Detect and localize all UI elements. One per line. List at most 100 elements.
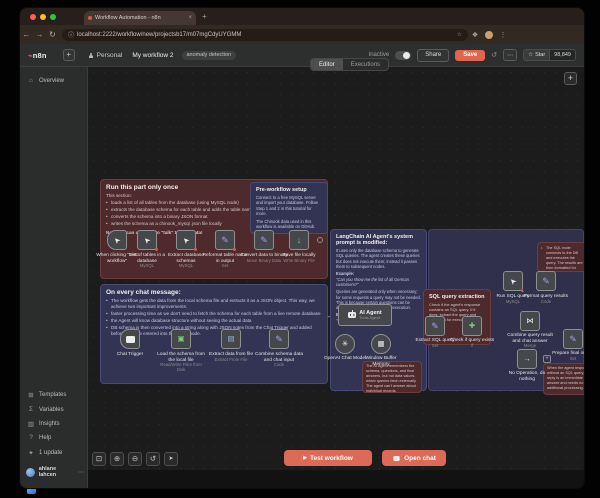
if-icon: ✚ [469, 322, 475, 330]
add-workflow-button[interactable]: + [63, 49, 75, 61]
bookmark-star-icon[interactable]: ☆ [457, 31, 462, 38]
issue-badge [194, 248, 197, 251]
active-toggle[interactable] [395, 51, 411, 60]
new-tab-button[interactable]: + [202, 12, 207, 21]
address-bar[interactable]: ⓘ localhost:2222/workflow/new/projectsb1… [62, 29, 468, 41]
node-ai-agent[interactable]: AI AgentTools Agent [338, 304, 392, 326]
node-no-operation[interactable]: → [517, 349, 537, 369]
favicon [88, 16, 92, 20]
user-menu[interactable]: ahlane lahcen ⋯ [26, 466, 84, 478]
node-label: No Operation, do nothing [503, 371, 551, 382]
node-label: Combine query result and chat answerMerg… [504, 333, 556, 349]
node-check-query[interactable]: ✚ [462, 316, 482, 336]
node-save-file[interactable]: ↓ [289, 230, 309, 250]
zoom-in-button[interactable]: ⊕ [110, 452, 124, 466]
sticky-title: Pre-workflow setup [256, 187, 322, 193]
connector-add-endpoint[interactable]: + [543, 355, 551, 363]
node-extract-data[interactable]: ▤ [221, 329, 241, 349]
tab-executions[interactable]: Executions [343, 59, 388, 70]
browser-tab[interactable]: Workflow Automation - n8n × [84, 11, 196, 25]
node-manual-trigger[interactable]: ➤ [107, 230, 127, 250]
robot-icon [348, 312, 356, 318]
breadcrumb-project[interactable]: Personal [97, 52, 123, 59]
node-combine-result-answer[interactable]: ⋈ [520, 311, 540, 331]
node-reformat-table-name[interactable]: ✎ [215, 230, 235, 250]
node-extract-sql[interactable]: ✎ [425, 316, 445, 336]
sidebar-item-help[interactable]: ? Help [27, 434, 85, 441]
mysql-icon: ➤ [142, 235, 152, 245]
browser-menu-kebab-icon[interactable]: ⋮ [496, 31, 510, 39]
browser-toolbar: ← → ↻ ⓘ localhost:2222/workflow/new/proj… [20, 25, 584, 44]
save-file-icon: ↓ [297, 236, 302, 245]
node-run-sql[interactable]: ➤▲ [503, 271, 523, 291]
sticky-pre-setup[interactable]: Pre-workflow setup Connect to a free MyS… [250, 182, 328, 234]
node-convert-binary[interactable]: ✎ [254, 230, 274, 250]
workflow-canvas[interactable]: + Run this part only once This section: … [88, 67, 584, 470]
node-chat-trigger[interactable] [120, 329, 140, 349]
sidebar-item-variables[interactable]: Σ Variables [27, 406, 85, 413]
connector-endpoint[interactable] [317, 237, 323, 243]
reset-zoom-button[interactable]: ↺ [146, 452, 160, 466]
node-openai-chat-model[interactable]: ✳ [335, 334, 355, 354]
workflow-title[interactable]: My workflow 2 [132, 52, 173, 59]
set-icon: ✎ [431, 322, 439, 331]
node-list-tables[interactable]: ➤ [137, 230, 157, 250]
node-extract-schemas[interactable]: ➤ [176, 230, 196, 250]
test-workflow-button[interactable]: ▶ Test workflow [284, 450, 372, 466]
sidebar-item-updates[interactable]: ✦ 1 update [27, 449, 85, 457]
site-info-icon[interactable]: ⓘ [68, 30, 74, 39]
code-icon: ✎ [542, 277, 550, 286]
node-format-results[interactable]: ✎ [536, 271, 556, 291]
github-star-widget[interactable]: ☆Star 98,849 [523, 49, 576, 61]
url-text: localhost:2222/workflow/new/projectsb17/… [77, 32, 241, 38]
zoom-out-button[interactable]: ⊖ [128, 452, 142, 466]
desktop: Workflow Automation - n8n × + ← → ↻ ⓘ lo… [0, 0, 600, 498]
user-name: ahlane lahcen [39, 466, 74, 478]
back-icon[interactable]: ← [20, 30, 33, 39]
chat-icon [393, 456, 399, 461]
sidebar-item-templates[interactable]: ⊞ Templates [27, 391, 85, 399]
extensions-icon[interactable]: ❖ [468, 31, 482, 39]
save-button[interactable]: Save [455, 50, 485, 61]
app-header: ⌁n8n + Personal My workflow 2 anomaly de… [20, 44, 584, 67]
maximize-window-button[interactable] [50, 14, 56, 20]
workflow-menu-button[interactable]: ⋯ [503, 49, 517, 61]
sticky-title: On every chat message: [106, 289, 322, 296]
close-window-button[interactable] [30, 14, 36, 20]
set-icon: ✎ [569, 335, 577, 344]
n8n-logo[interactable]: ⌁n8n [28, 51, 47, 60]
add-node-button[interactable]: + [564, 72, 577, 85]
noop-icon: → [523, 355, 531, 363]
file-read-icon: ▣ [177, 335, 184, 343]
share-button[interactable]: Share [417, 49, 449, 62]
reload-icon[interactable]: ↻ [46, 30, 59, 39]
variables-icon: Σ [27, 406, 35, 413]
browser-profile-avatar[interactable] [485, 31, 493, 39]
node-load-schema[interactable]: ▣ [171, 329, 191, 349]
chat-icon [126, 336, 135, 343]
node-prepare-output[interactable]: ✎ [563, 329, 583, 349]
tidy-up-button[interactable]: ➤ [164, 452, 178, 466]
mysql-icon: ➤ [181, 235, 191, 245]
github-star-label: Star [535, 52, 545, 58]
user-menu-kebab-icon[interactable]: ⋯ [78, 469, 84, 476]
forward-icon[interactable]: → [33, 30, 46, 39]
minimize-window-button[interactable] [40, 14, 46, 20]
sidebar-item-overview[interactable]: ⌂ Overview [27, 77, 85, 84]
tab-editor[interactable]: Editor [311, 59, 343, 70]
node-combine-schema-chat[interactable]: ✎ [269, 329, 289, 349]
node-window-buffer-memory[interactable]: ▦ [371, 334, 391, 354]
workflow-tag[interactable]: anomaly detection [182, 51, 237, 60]
open-chat-button[interactable]: Open chat [382, 450, 446, 466]
fit-view-button[interactable]: ⊡ [92, 452, 106, 466]
help-icon: ? [27, 434, 35, 441]
issue-badge [155, 248, 158, 251]
window-bottom-strip [88, 470, 584, 488]
node-label: Load the schema from the local fileRead/… [157, 352, 205, 373]
node-label: Chat Trigger [106, 352, 154, 358]
history-icon[interactable]: ↺ [491, 51, 497, 59]
sidebar-item-insights[interactable]: ▥ Insights [27, 420, 85, 428]
close-tab-icon[interactable]: × [188, 15, 192, 21]
avatar [26, 468, 35, 477]
sticky-sql-run-note[interactable]: The SQL node connects to the DB and exec… [537, 242, 584, 272]
